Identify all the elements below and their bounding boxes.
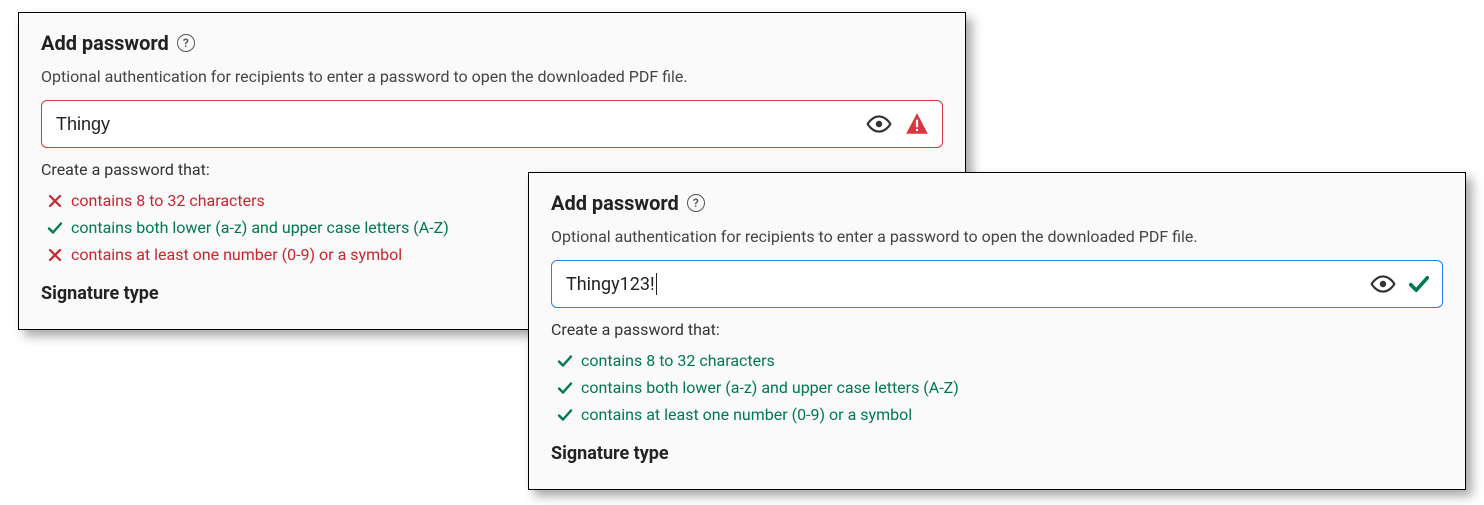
x-icon: [47, 247, 63, 263]
check-icon: [1408, 273, 1430, 295]
x-icon: [47, 193, 63, 209]
rule-text: contains at least one number (0-9) or a …: [581, 401, 912, 428]
eye-icon[interactable]: [866, 111, 892, 137]
check-icon: [557, 353, 573, 369]
password-input[interactable]: Thingy123!: [566, 274, 655, 295]
password-panel-valid: Add password ? Optional authentication f…: [528, 172, 1466, 490]
check-icon: [47, 220, 63, 236]
alert-icon: [904, 111, 930, 137]
rule-text: contains 8 to 32 characters: [71, 187, 265, 214]
password-input-wrap: [41, 100, 943, 148]
rule-case: contains both lower (a-z) and upper case…: [557, 374, 1443, 401]
subtext: Optional authentication for recipients t…: [41, 67, 943, 86]
input-status-icons: [1370, 271, 1430, 297]
input-status-icons: [866, 111, 930, 137]
rule-text: contains at least one number (0-9) or a …: [71, 241, 402, 268]
subtext: Optional authentication for recipients t…: [551, 227, 1443, 246]
rule-text: contains both lower (a-z) and upper case…: [71, 214, 449, 241]
help-icon[interactable]: ?: [687, 194, 705, 212]
rule-text: contains 8 to 32 characters: [581, 347, 775, 374]
rule-number: contains at least one number (0-9) or a …: [557, 401, 1443, 428]
password-input-wrap: Thingy123!: [551, 260, 1443, 308]
text-caret: [656, 273, 657, 295]
help-icon[interactable]: ?: [177, 34, 195, 52]
rule-length: contains 8 to 32 characters: [557, 347, 1443, 374]
check-icon: [557, 407, 573, 423]
heading-add-password: Add password: [551, 191, 679, 215]
criteria-label: Create a password that:: [551, 320, 1443, 339]
criteria-list: contains 8 to 32 characters contains bot…: [551, 347, 1443, 429]
signature-type-heading: Signature type: [551, 443, 1443, 464]
heading-row: Add password ?: [41, 31, 943, 55]
password-input[interactable]: [56, 114, 866, 135]
heading-row: Add password ?: [551, 191, 1443, 215]
heading-add-password: Add password: [41, 31, 169, 55]
rule-text: contains both lower (a-z) and upper case…: [581, 374, 959, 401]
check-icon: [557, 380, 573, 396]
eye-icon[interactable]: [1370, 271, 1396, 297]
